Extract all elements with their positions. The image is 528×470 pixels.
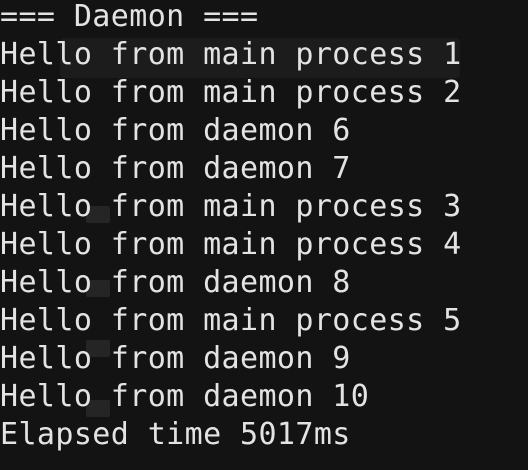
terminal-line: Hello from daemon 10	[0, 379, 370, 414]
terminal-output: === Daemon === Hello from main process 1H…	[0, 0, 462, 454]
terminal-line: Hello from main process 4	[0, 227, 462, 262]
terminal-line: Hello from daemon 6	[0, 113, 351, 148]
terminal-line: Hello from daemon 7	[0, 151, 351, 186]
terminal-line: Hello from main process 3	[0, 189, 462, 224]
terminal-window[interactable]: === Daemon === Hello from main process 1H…	[0, 0, 528, 470]
terminal-line: Hello from main process 2	[0, 75, 462, 110]
terminal-line: === Daemon ===	[0, 0, 259, 34]
terminal-line: Elapsed time 5017ms	[0, 417, 351, 452]
terminal-line: Hello from main process 1	[0, 37, 462, 72]
terminal-line: Hello from main process 5	[0, 303, 462, 338]
terminal-line: Hello from daemon 8	[0, 265, 351, 300]
terminal-line: Hello from daemon 9	[0, 341, 351, 376]
